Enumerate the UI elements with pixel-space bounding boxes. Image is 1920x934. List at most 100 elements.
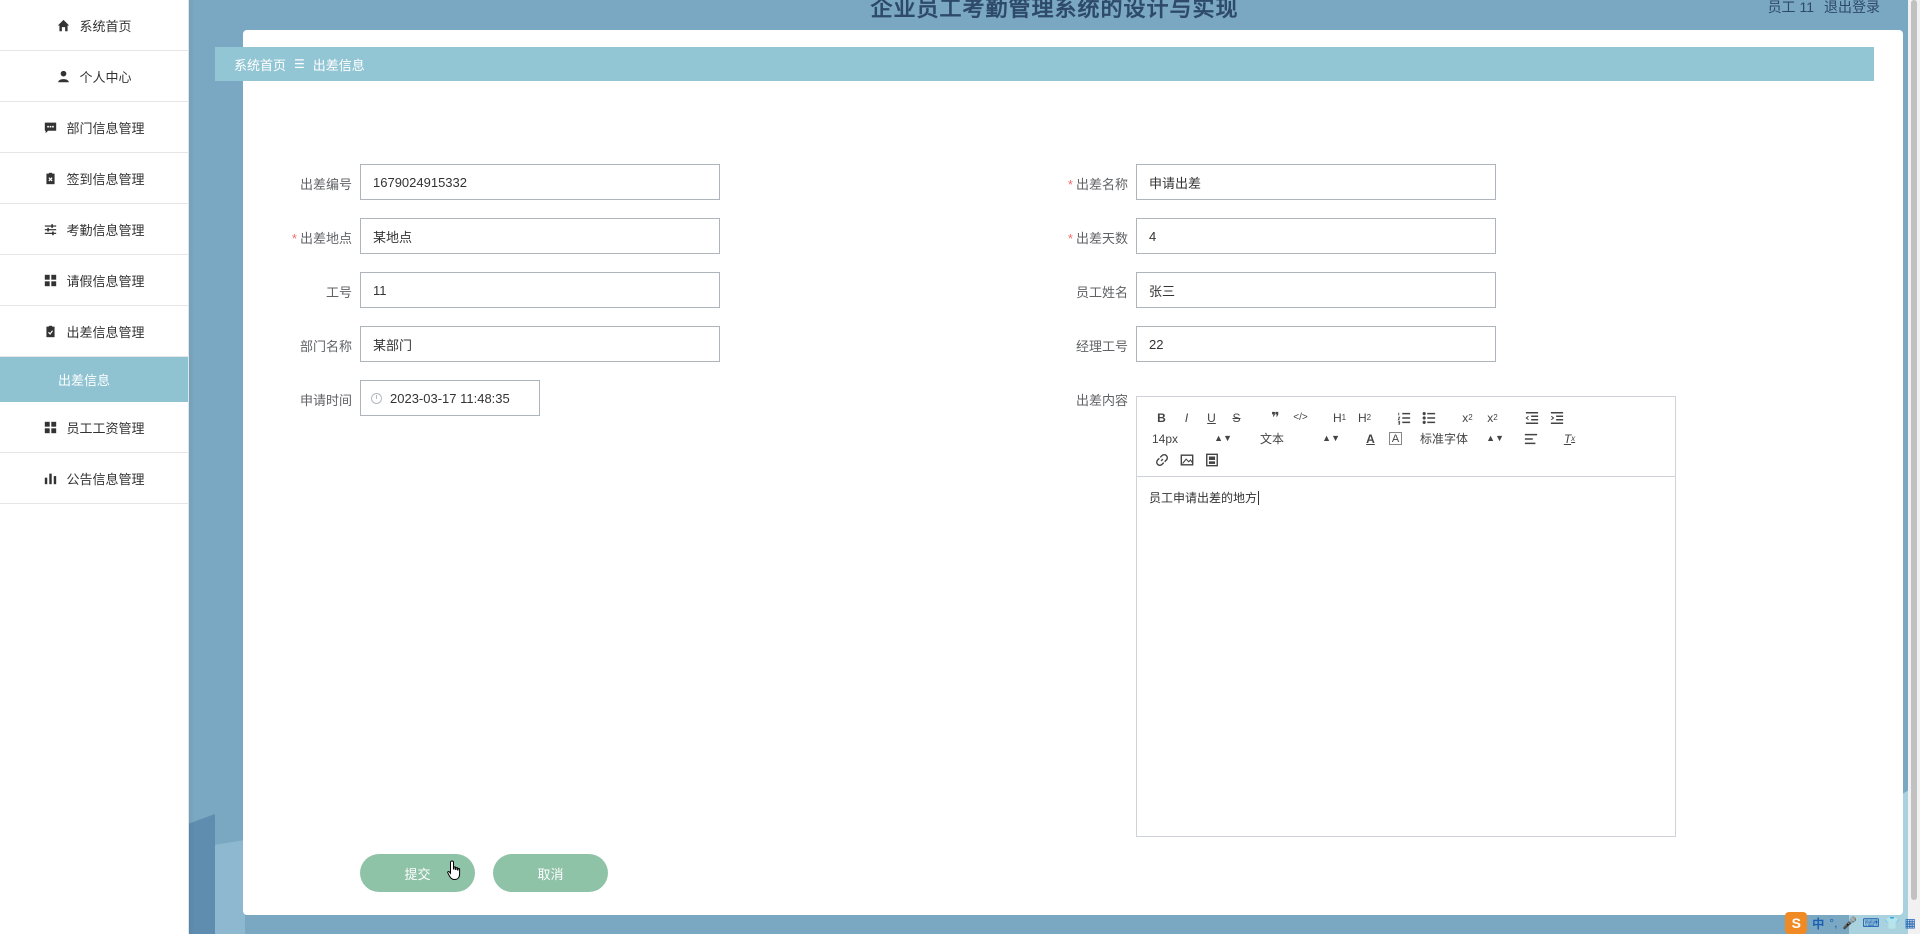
select-arrows-icon: ▲▼ <box>1322 433 1340 443</box>
heading2-icon[interactable]: H2 <box>1352 408 1377 428</box>
editor-toolbar: B I U S ❞ </> H1 H2 x2 x2 14px ▲▼ 文本 ▲▼ A … <box>1137 397 1675 477</box>
underline-icon[interactable]: U <box>1199 408 1224 428</box>
breadcrumb-separator-icon: ☰ <box>294 57 305 71</box>
label-trip-days: * 出差天数 <box>1067 231 1128 246</box>
clear-format-icon[interactable]: Tx <box>1557 429 1582 449</box>
sidebar-item-label: 系统首页 <box>79 18 132 34</box>
video-icon[interactable] <box>1199 450 1224 470</box>
sidebar-subitem-business-trip-info[interactable]: 出差信息 <box>0 357 188 402</box>
user-icon <box>56 69 70 83</box>
app-title: 企业员工考勤管理系统的设计与实现 <box>870 0 1239 21</box>
code-block-icon[interactable]: </> <box>1288 408 1313 428</box>
trip-days-input[interactable]: 4 <box>1136 218 1496 254</box>
label-trip-name: * 出差名称 <box>1067 177 1128 192</box>
top-user-area: 员工 11 退出登录 <box>1768 0 1880 17</box>
hand-cursor-icon <box>447 860 461 881</box>
sidebar-item-salary[interactable]: 员工工资管理 <box>0 402 188 453</box>
microphone-icon[interactable]: 🎤 <box>1842 916 1857 930</box>
label-employee-name: 员工姓名 <box>1075 285 1128 300</box>
employee-id-input[interactable]: 11 <box>360 272 720 308</box>
sogou-ime-icon[interactable]: S <box>1785 912 1808 934</box>
message-icon <box>43 120 57 134</box>
skin-icon[interactable]: 👕 <box>1885 916 1900 930</box>
strikethrough-icon[interactable]: S <box>1224 408 1249 428</box>
clipboard-check-icon <box>43 324 57 338</box>
clipboard-x-icon <box>43 171 57 185</box>
cancel-button[interactable]: 取消 <box>493 854 608 892</box>
grid-icon <box>43 273 57 287</box>
employee-name-input[interactable]: 张三 <box>1136 272 1496 308</box>
label-trip-number: 出差编号 <box>299 177 352 192</box>
manager-id-input[interactable]: 22 <box>1136 326 1496 362</box>
breadcrumb-home[interactable]: 系统首页 <box>234 55 286 74</box>
bullet-list-icon[interactable] <box>1416 408 1441 428</box>
sidebar-item-leave[interactable]: 请假信息管理 <box>0 255 188 306</box>
block-type-select[interactable]: 文本 ▲▼ <box>1260 430 1340 447</box>
image-icon[interactable] <box>1174 450 1199 470</box>
grid-icon <box>43 420 57 434</box>
superscript-icon[interactable]: x2 <box>1480 408 1505 428</box>
label-employee-id: 工号 <box>325 285 352 300</box>
user-label: 员工 11 <box>1767 0 1814 15</box>
punctuation-indicator[interactable]: °, <box>1829 916 1837 930</box>
home-icon <box>56 18 70 32</box>
bar-chart-icon <box>43 471 57 485</box>
ime-language-indicator[interactable]: 中 <box>1812 915 1824 932</box>
sidebar-item-checkin[interactable]: 签到信息管理 <box>0 153 188 204</box>
link-icon[interactable] <box>1149 450 1174 470</box>
sidebar-item-label: 请假信息管理 <box>66 273 145 289</box>
breadcrumb-current: 出差信息 <box>312 57 365 73</box>
top-bar: 企业员工考勤管理系统的设计与实现 员工 11 退出登录 <box>189 0 1920 34</box>
background-color-icon[interactable]: A <box>1389 432 1402 445</box>
scrollbar-thumb[interactable] <box>1911 0 1917 900</box>
bold-icon[interactable]: B <box>1149 408 1174 428</box>
sidebar-item-home[interactable]: 系统首页 <box>0 0 188 51</box>
sidebar-item-profile[interactable]: 个人中心 <box>0 51 188 102</box>
sliders-icon <box>43 222 57 236</box>
sidebar-item-label: 部门信息管理 <box>66 120 145 136</box>
select-arrows-icon: ▲▼ <box>1214 433 1232 443</box>
label-department-name: 部门名称 <box>299 339 352 354</box>
sidebar-item-attendance[interactable]: 考勤信息管理 <box>0 204 188 255</box>
sidebar-item-department[interactable]: 部门信息管理 <box>0 102 188 153</box>
trip-content-editor: B I U S ❞ </> H1 H2 x2 x2 14px ▲▼ 文本 ▲▼ A … <box>1136 396 1676 837</box>
breadcrumb: 系统首页 ☰ 出差信息 <box>215 47 1874 81</box>
deco-shape-left <box>189 814 215 934</box>
editor-content[interactable]: 员工申请出差的地方 <box>1137 477 1675 518</box>
sidebar-item-announcement[interactable]: 公告信息管理 <box>0 453 188 504</box>
sidebar-item-label: 个人中心 <box>79 69 132 85</box>
sidebar: 系统首页 个人中心 部门信息管理 签到信息管理 考勤信息管理 请假信息管理 出差… <box>0 0 189 934</box>
label-apply-time: 申请时间 <box>299 393 352 408</box>
blockquote-icon[interactable]: ❞ <box>1263 408 1288 428</box>
subscript-icon[interactable]: x2 <box>1455 408 1480 428</box>
heading1-icon[interactable]: H1 <box>1327 408 1352 428</box>
font-color-icon[interactable]: A <box>1358 429 1383 449</box>
clock-icon <box>371 392 382 404</box>
ime-tray: S 中 °, 🎤 ⌨ 👕 ▦ <box>1785 912 1920 934</box>
font-family-select[interactable]: 标准字体 ▲▼ <box>1420 430 1504 447</box>
italic-icon[interactable]: I <box>1174 408 1199 428</box>
align-icon[interactable] <box>1518 429 1543 449</box>
logout-link[interactable]: 退出登录 <box>1824 0 1880 17</box>
department-name-input[interactable]: 某部门 <box>360 326 720 362</box>
ordered-list-icon[interactable] <box>1391 408 1416 428</box>
deco-shape-left-2 <box>215 840 245 934</box>
indent-icon[interactable] <box>1544 408 1569 428</box>
sidebar-item-label: 考勤信息管理 <box>66 222 145 238</box>
font-size-select[interactable]: 14px ▲▼ <box>1152 432 1232 446</box>
outdent-icon[interactable] <box>1519 408 1544 428</box>
label-trip-content: 出差内容 <box>1075 393 1128 408</box>
select-arrows-icon: ▲▼ <box>1486 433 1504 443</box>
sidebar-item-label: 签到信息管理 <box>66 171 145 187</box>
trip-location-input[interactable]: 某地点 <box>360 218 720 254</box>
vertical-scrollbar[interactable] <box>1908 0 1920 934</box>
label-trip-location: * 出差地点 <box>291 231 352 246</box>
trip-name-input[interactable]: 申请出差 <box>1136 164 1496 200</box>
label-manager-id: 经理工号 <box>1075 339 1128 354</box>
keyboard-icon[interactable]: ⌨ <box>1862 916 1879 930</box>
sidebar-item-business-trip[interactable]: 出差信息管理 <box>0 306 188 357</box>
sidebar-item-label: 出差信息管理 <box>66 324 145 340</box>
toolbox-icon[interactable]: ▦ <box>1905 916 1916 930</box>
apply-time-picker[interactable]: 2023-03-17 11:48:35 <box>360 380 540 416</box>
trip-number-input[interactable]: 1679024915332 <box>360 164 720 200</box>
